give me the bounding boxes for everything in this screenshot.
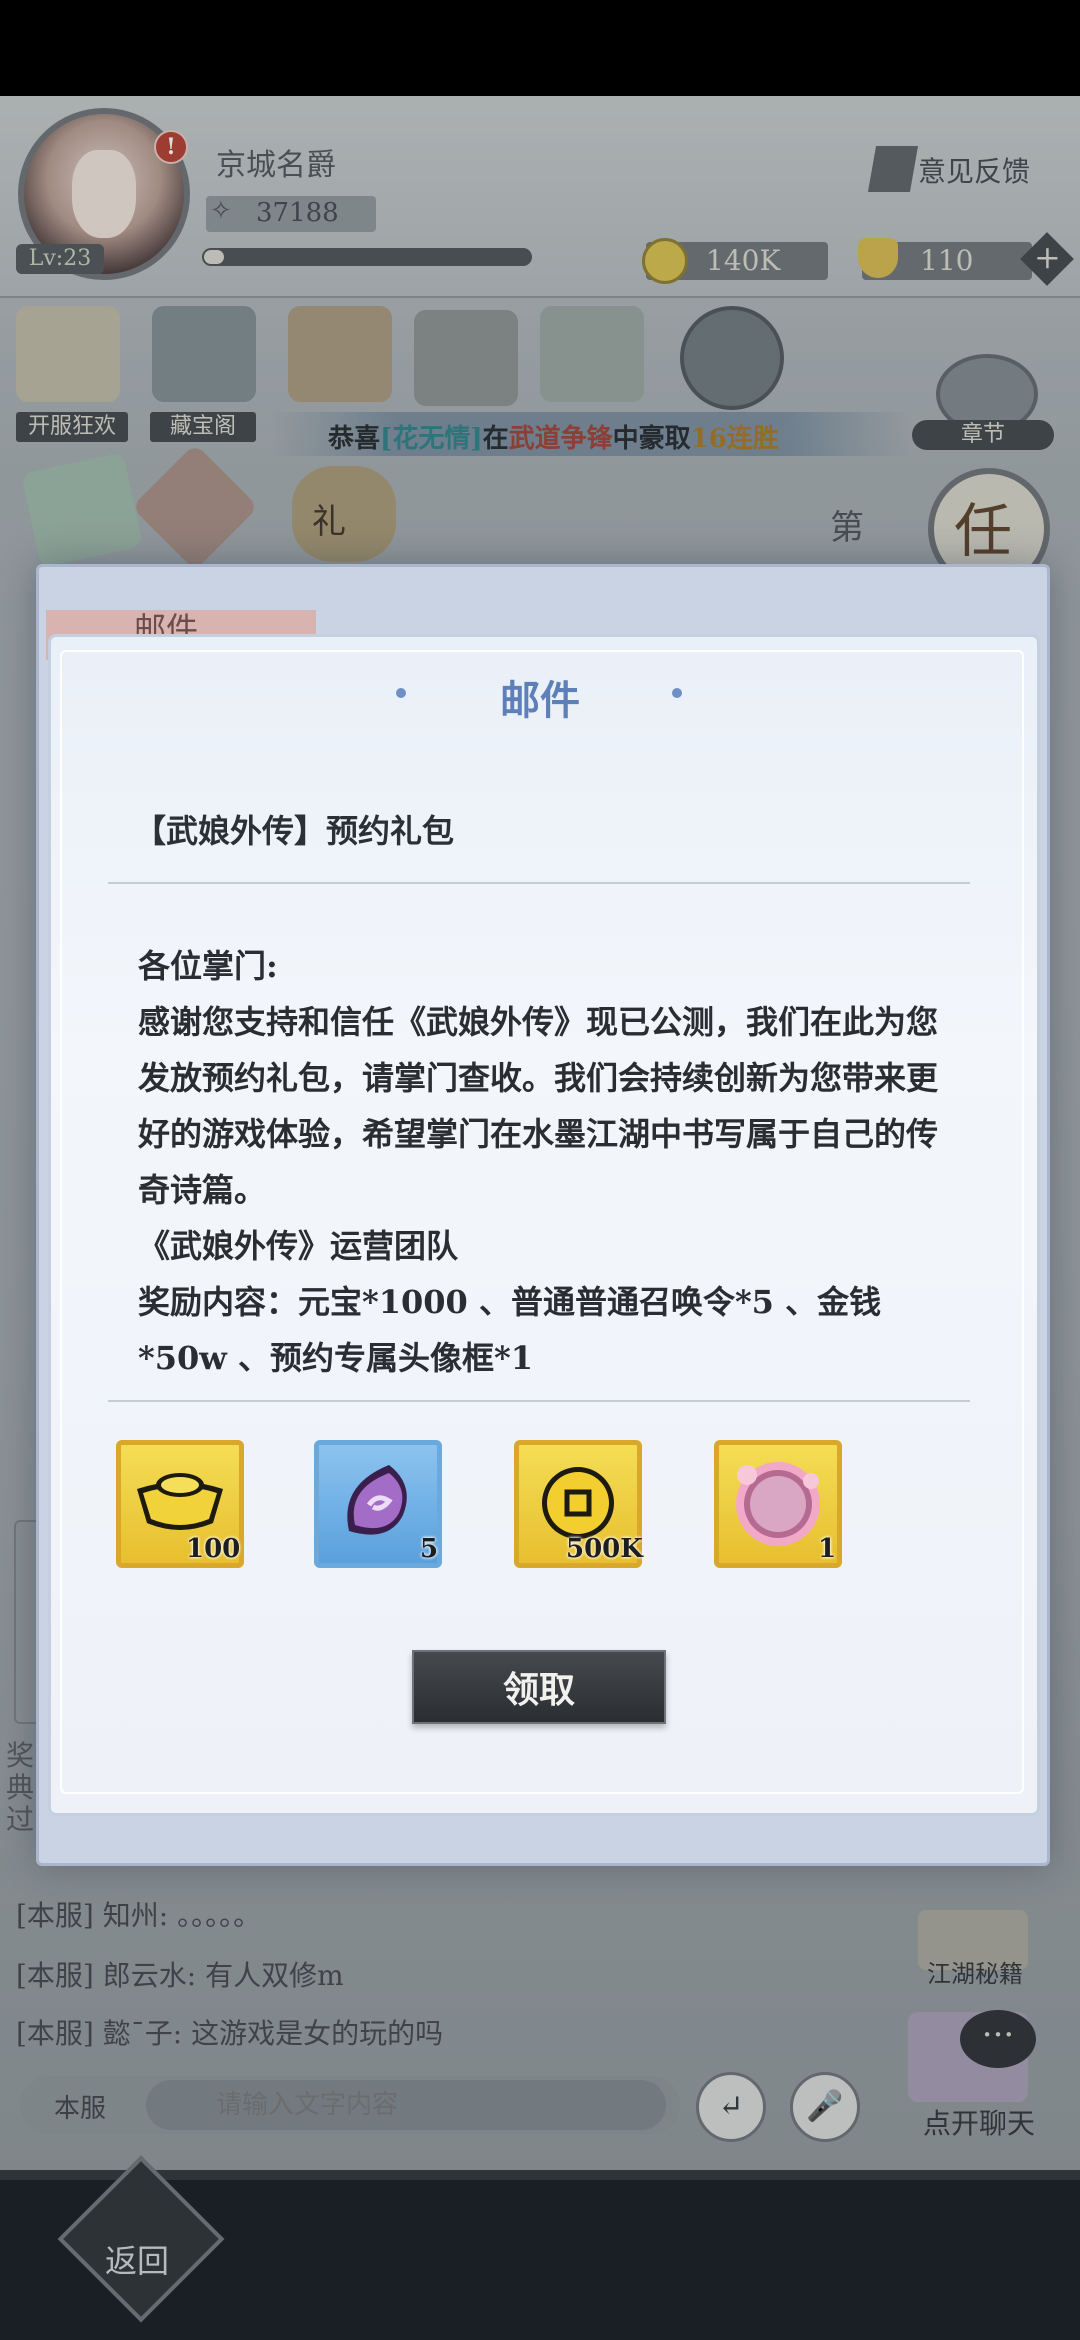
- title-dot-left: [396, 688, 406, 698]
- mail-paragraph: 感谢您支持和信任《武娘外传》现已公测，我们在此为您发放预约礼包，请掌门查收。我们…: [138, 1003, 939, 1209]
- mail-heading: 邮件: [500, 677, 580, 724]
- title-dot-right: [672, 688, 682, 698]
- mail-greeting: 各位掌门:: [138, 947, 278, 985]
- reward-count: 100: [186, 1534, 241, 1564]
- divider: [108, 1400, 970, 1402]
- reward-count: 500K: [566, 1534, 643, 1564]
- divider: [108, 882, 970, 884]
- reward-count: 1: [818, 1534, 837, 1564]
- mail-signature: 《武娘外传》运营团队: [138, 1227, 459, 1265]
- reward-count: 5: [420, 1534, 439, 1564]
- mail-rewards-text: 奖励内容：元宝*1000 、普通普通召唤令*5 、金钱*50w 、预约专属头像框…: [138, 1283, 882, 1377]
- mail-subject: 【武娘外传】预约礼包: [134, 812, 455, 850]
- claim-button[interactable]: 领取: [412, 1650, 666, 1724]
- mail-body: 各位掌门: 感谢您支持和信任《武娘外传》现已公测，我们在此为您发放预约礼包，请掌…: [138, 938, 938, 1386]
